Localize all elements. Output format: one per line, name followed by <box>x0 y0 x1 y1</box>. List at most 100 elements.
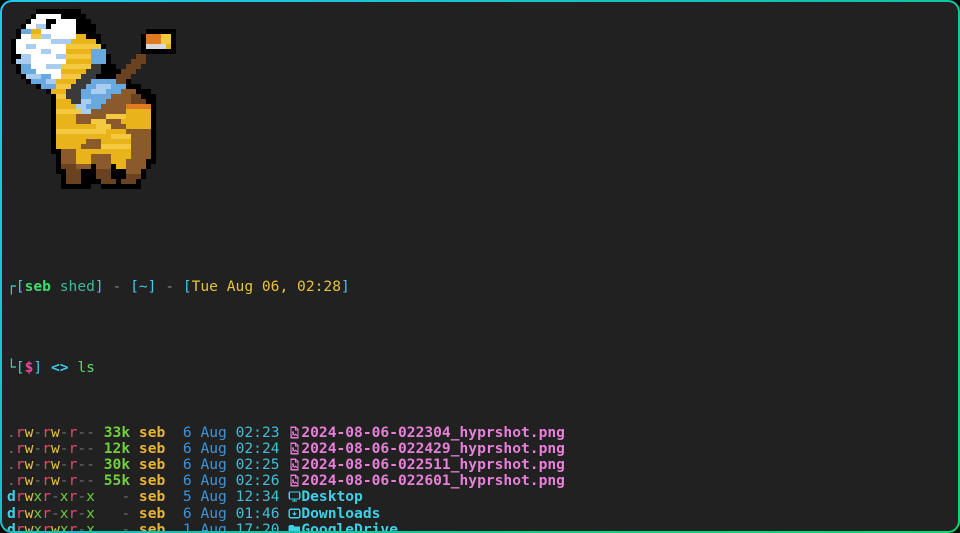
size-cell: 33k <box>103 423 131 441</box>
prompt-open-bracket: [ <box>15 277 25 295</box>
perm-char: x <box>33 504 43 522</box>
prompt-path: ~ <box>138 277 148 295</box>
time-cell: 02:26 <box>235 472 280 490</box>
perm-char: x <box>86 504 95 522</box>
table-row[interactable]: .rw-rw-r-- 12k seb 6 Aug 02:24 2024-08-0… <box>2 439 958 457</box>
perm-char: x <box>33 488 43 506</box>
month-cell: Aug <box>200 472 227 490</box>
dollar-close-bracket: ] <box>33 358 43 376</box>
perm-char: r <box>15 488 25 506</box>
terminal-window[interactable]: ┌[seb shed] - [~] - [Tue Aug 06, 02:28] … <box>0 0 960 533</box>
perm-char: w <box>50 455 60 473</box>
prompt-line-top: ┌[seb shed] - [~] - [Tue Aug 06, 02:28] <box>2 277 958 295</box>
perm-char: w <box>50 423 60 441</box>
perm-char: - <box>59 423 69 441</box>
owner-cell: seb <box>138 488 166 506</box>
typed-command[interactable]: ls <box>77 359 95 376</box>
month-cell: Aug <box>200 423 227 441</box>
prompt-frame-bottom-icon: └ <box>7 358 16 376</box>
perm-char: - <box>86 423 95 441</box>
owner-cell: seb <box>138 520 166 531</box>
file-name[interactable]: 2024-08-06-022429_hyprshot.png <box>301 440 565 457</box>
terminal-body[interactable]: ┌[seb shed] - [~] - [Tue Aug 06, 02:28] … <box>2 2 958 531</box>
table-row[interactable]: drwxrwxr-x - seb 1 Aug 17:20 GoogleDrive <box>2 520 958 531</box>
perm-char: x <box>86 520 95 531</box>
month-cell: Aug <box>200 520 227 531</box>
month-cell: Aug <box>200 455 227 473</box>
permissions-cell: .rw-rw-r-- <box>7 424 95 441</box>
day-cell: 5 <box>174 488 192 506</box>
prompt-datetime: Tue Aug 06, 02:28 <box>191 277 341 295</box>
permissions-cell: .rw-rw-r-- <box>7 472 95 489</box>
perm-char: - <box>77 472 87 490</box>
perm-char: x <box>33 520 43 531</box>
month-cell: Aug <box>200 439 227 457</box>
time-cell: 01:46 <box>235 504 280 522</box>
perm-char: x <box>59 520 69 531</box>
table-row[interactable]: .rw-rw-r-- 33k seb 6 Aug 02:23 2024-08-0… <box>2 423 958 441</box>
day-cell: 6 <box>174 472 192 490</box>
perm-char: r <box>42 520 51 531</box>
perm-char: d <box>7 488 16 506</box>
file-name[interactable]: 2024-08-06-022511_hyprshot.png <box>301 456 565 473</box>
perm-char: w <box>50 520 60 531</box>
perm-char: r <box>15 520 25 531</box>
prompt-command-line[interactable]: └[$] <> ls <box>2 358 958 376</box>
perm-char: - <box>86 472 95 490</box>
perm-char: - <box>77 504 87 522</box>
prompt-separator-1: - <box>103 277 131 295</box>
table-row[interactable]: drwxr-xr-x - seb 5 Aug 12:34 Desktop <box>2 489 958 505</box>
prompt-path-open: [ <box>130 277 139 295</box>
day-cell: 1 <box>174 520 192 531</box>
size-cell: 12k <box>103 439 131 457</box>
perm-char: d <box>7 520 16 531</box>
pixel-art-giraffe-icon <box>11 9 176 189</box>
file-name[interactable]: GoogleDrive <box>301 521 398 531</box>
file-name[interactable]: 2024-08-06-022601_hyprshot.png <box>301 472 565 489</box>
time-cell: 02:23 <box>235 423 280 441</box>
time-cell: 12:34 <box>235 488 280 506</box>
perm-char: d <box>7 504 16 522</box>
perm-char: . <box>7 439 16 457</box>
table-row[interactable]: .rw-rw-r-- 30k seb 6 Aug 02:25 2024-08-0… <box>2 455 958 473</box>
perm-char: - <box>33 472 43 490</box>
owner-cell: seb <box>138 439 166 457</box>
perm-char: - <box>59 472 69 490</box>
perm-char: r <box>42 488 51 506</box>
prompt-user: seb <box>24 277 51 295</box>
perm-char: r <box>42 439 51 457</box>
prompt-separator-2: - <box>156 277 183 295</box>
permissions-cell: .rw-rw-r-- <box>7 440 95 457</box>
perm-char: - <box>59 455 69 473</box>
size-cell: - <box>103 520 131 531</box>
monitor-icon <box>288 490 301 507</box>
prompt-arrow-icon: <> <box>50 358 69 376</box>
perm-char: w <box>50 472 60 490</box>
day-cell: 6 <box>174 439 192 457</box>
month-cell: Aug <box>200 488 227 506</box>
prompt-host: shed <box>59 277 95 295</box>
perm-char: r <box>15 504 25 522</box>
file-name[interactable]: 2024-08-06-022304_hyprshot.png <box>301 424 565 441</box>
perm-char: r <box>42 423 51 441</box>
file-name[interactable]: Downloads <box>301 505 380 522</box>
perm-char: x <box>59 488 69 506</box>
prompt-date-open: [ <box>182 277 192 295</box>
perm-char: r <box>42 504 51 522</box>
owner-cell: seb <box>138 423 166 441</box>
perm-char: w <box>50 439 60 457</box>
permissions-cell: .rw-rw-r-- <box>7 456 95 473</box>
owner-cell: seb <box>138 472 166 490</box>
perm-char: - <box>33 455 43 473</box>
perm-char: - <box>86 439 95 457</box>
table-row[interactable]: drwxr-xr-x - seb 6 Aug 01:46 Downloads <box>2 504 958 522</box>
file-listing[interactable]: .rw-rw-r-- 33k seb 6 Aug 02:23 2024-08-0… <box>2 423 958 531</box>
terminal-output[interactable]: ┌[seb shed] - [~] - [Tue Aug 06, 02:28] … <box>2 214 958 531</box>
perm-char: r <box>42 472 51 490</box>
table-row[interactable]: .rw-rw-r-- 55k seb 6 Aug 02:26 2024-08-0… <box>2 473 958 489</box>
month-cell: Aug <box>200 504 227 522</box>
file-name[interactable]: Desktop <box>301 488 363 505</box>
time-cell: 02:24 <box>235 439 280 457</box>
perm-char: . <box>7 423 16 441</box>
